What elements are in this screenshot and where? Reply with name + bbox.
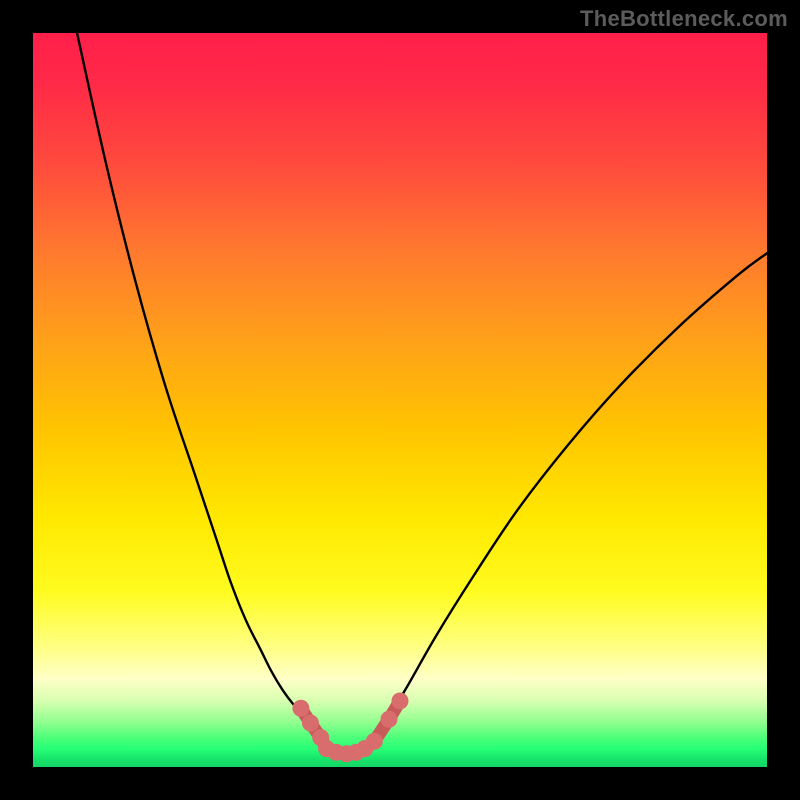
plot-area (33, 33, 767, 767)
marker-point-1 (302, 714, 319, 731)
bottleneck-curve (77, 33, 767, 754)
marker-group (292, 692, 408, 762)
marker-point-9 (380, 711, 397, 728)
marker-point-8 (366, 733, 383, 750)
watermark-text: TheBottleneck.com (580, 6, 788, 32)
curve-layer (33, 33, 767, 767)
marker-point-10 (392, 692, 409, 709)
marker-point-0 (292, 700, 309, 717)
chart-frame: TheBottleneck.com (0, 0, 800, 800)
curve-path (77, 33, 767, 754)
